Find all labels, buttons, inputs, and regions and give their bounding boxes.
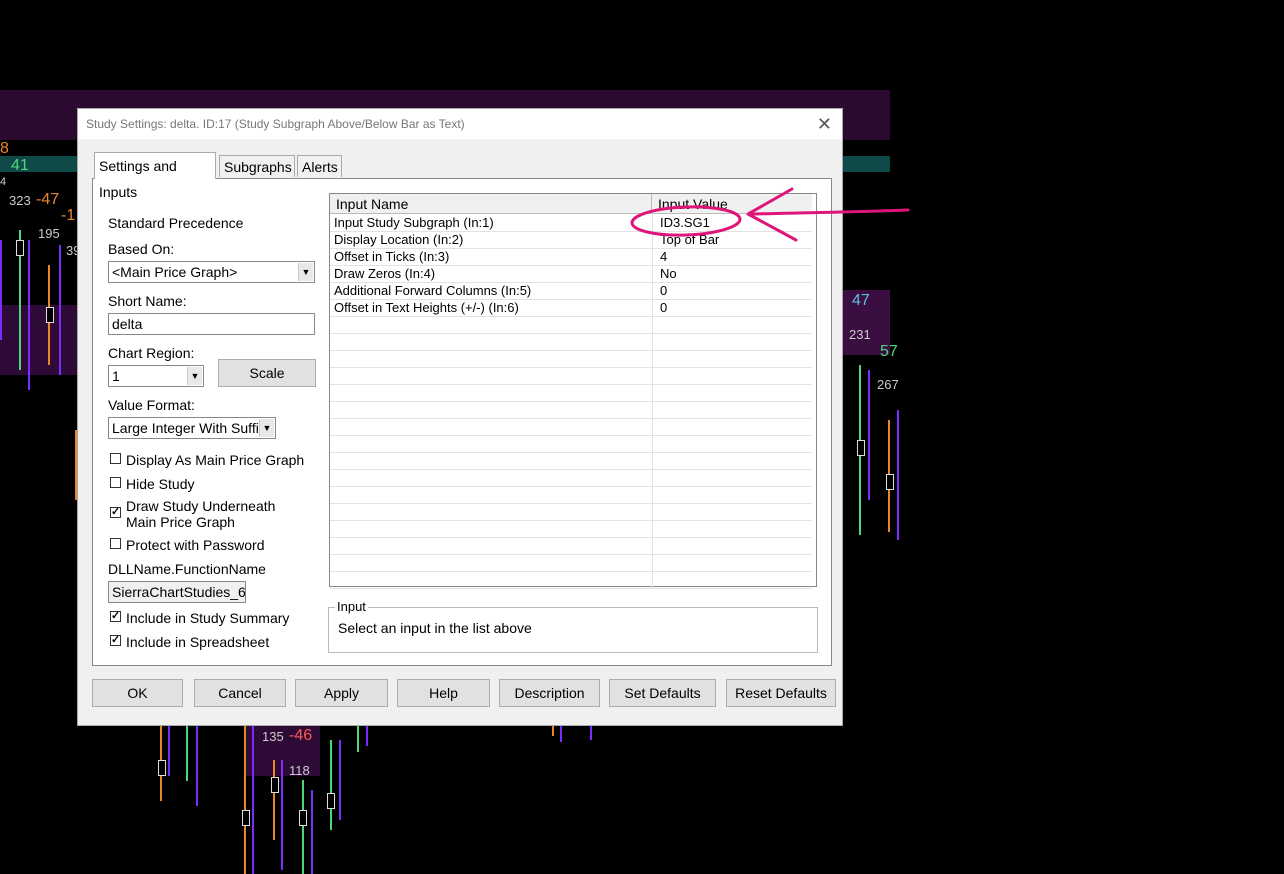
highlight-circle <box>630 205 742 237</box>
annotation-overlay <box>630 187 910 242</box>
tab-settings-and-inputs[interactable]: Settings and Inputs <box>94 152 216 200</box>
arrow-shaft <box>750 208 910 216</box>
